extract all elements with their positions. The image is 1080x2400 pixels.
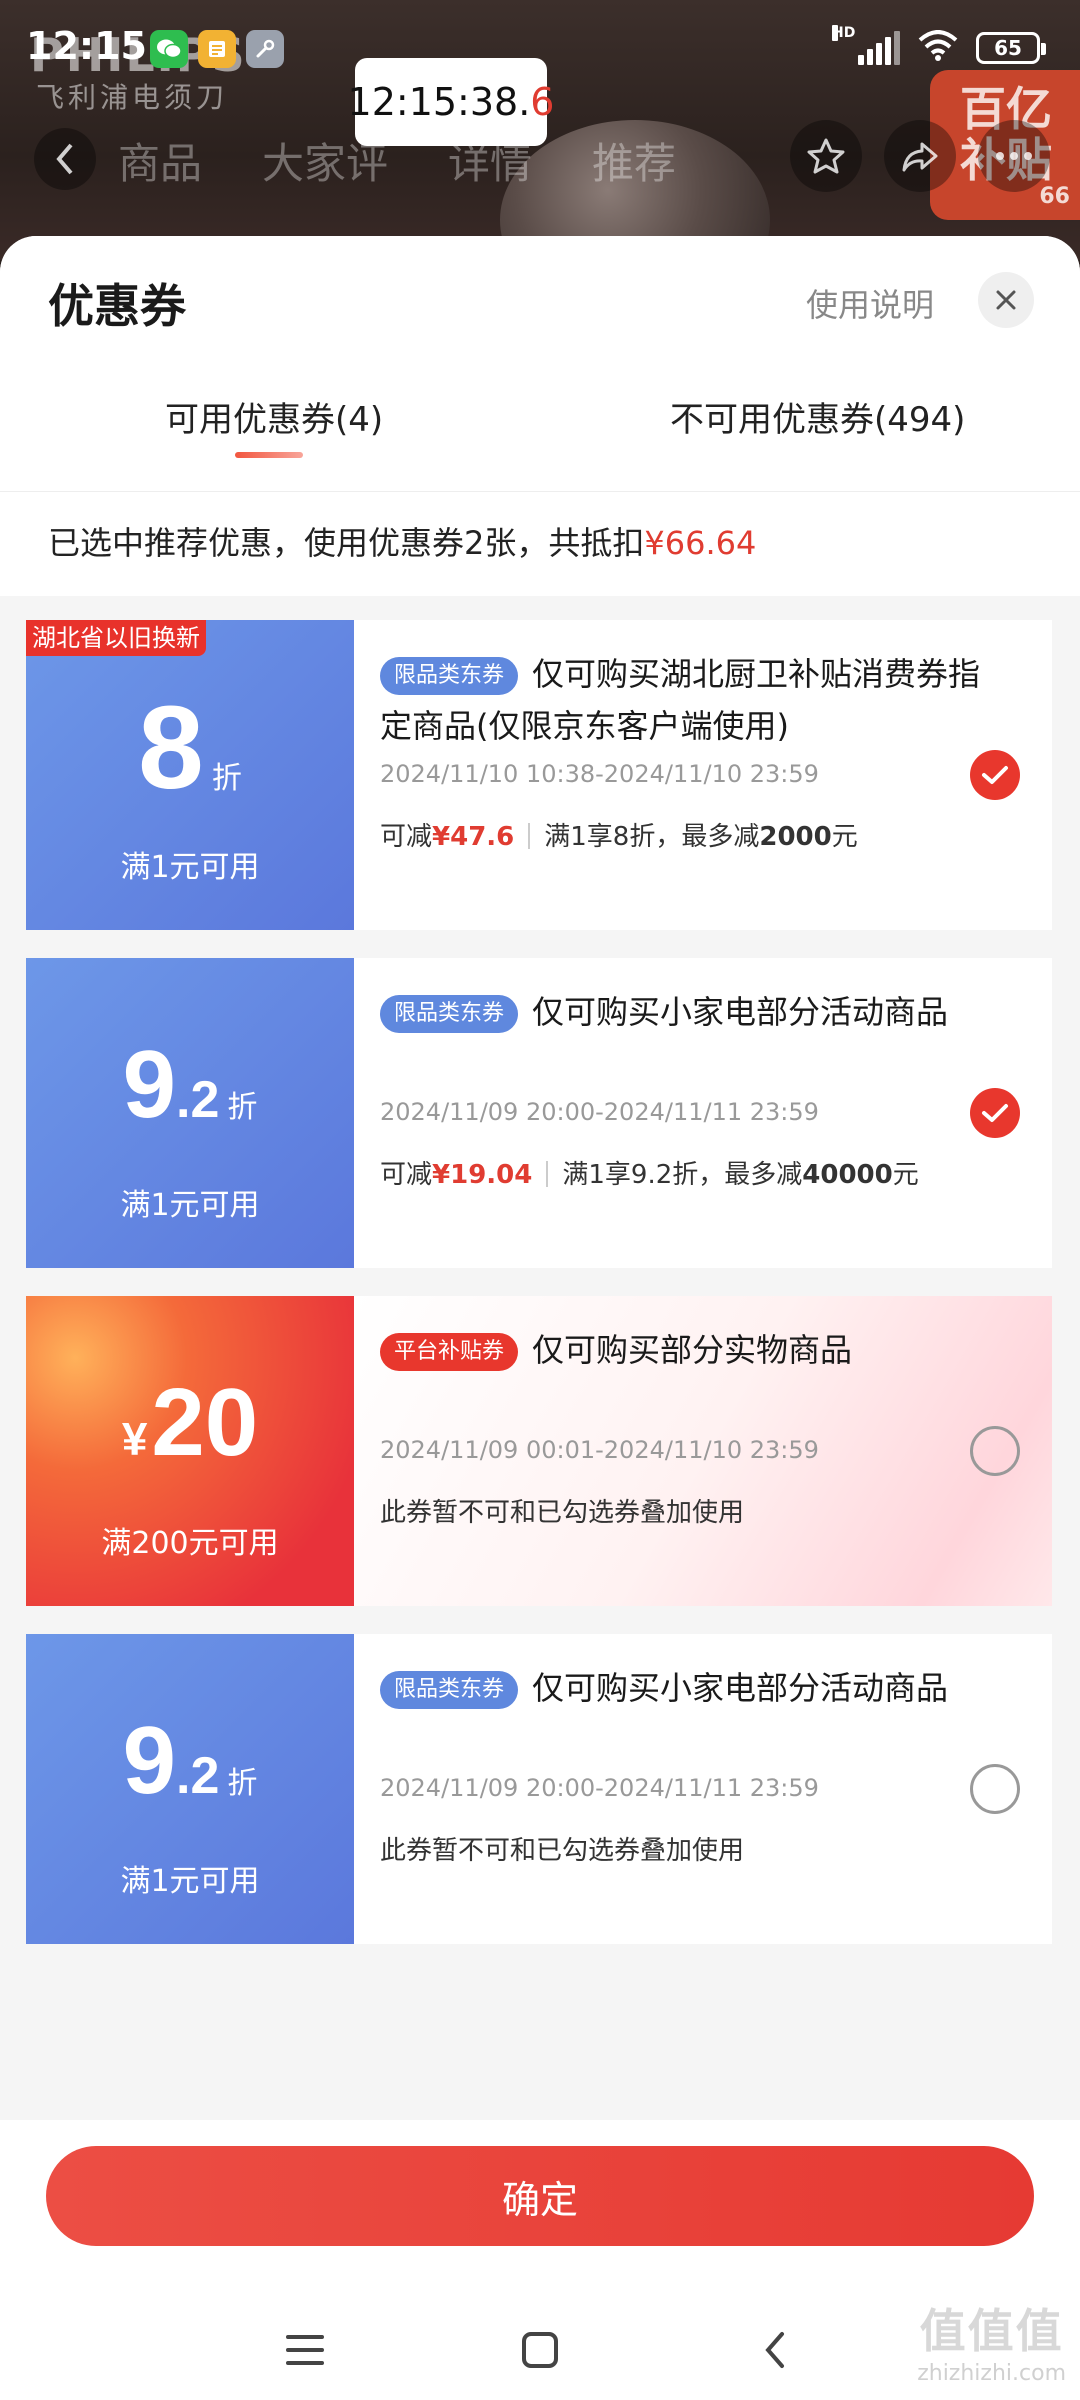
coupon-type-tag: 限品类东券 — [380, 995, 519, 1033]
battery-icon: 65 — [976, 32, 1046, 64]
nav-tab-recommend[interactable]: 推荐 — [592, 130, 676, 191]
selection-summary: 已选中推荐优惠，使用优惠券2张，共抵扣¥66.64 — [0, 492, 1080, 596]
tab-unavailable[interactable]: 不可用优惠券(494) — [670, 392, 965, 441]
back-arrow-icon[interactable] — [34, 128, 96, 190]
share-icon[interactable] — [884, 120, 956, 192]
menu-icon[interactable] — [275, 2320, 335, 2380]
coupon-info: 限品类东券 仅可购买小家电部分活动商品 2024/11/09 20:00-2024… — [354, 958, 1052, 1268]
confirm-button[interactable]: 确定 — [46, 2146, 1034, 2246]
coupon-validity: 2024/11/09 20:00-2024/11/11 23:59 — [380, 1098, 819, 1126]
checkmark-icon — [982, 1104, 1008, 1122]
wifi-icon — [918, 30, 958, 66]
coupon-validity: 2024/11/09 20:00-2024/11/11 23:59 — [380, 1774, 819, 1802]
coupon-discount: 8折 — [138, 682, 242, 814]
coupon-card[interactable]: 9.2 折 满1元可用 限品类东券 仅可购买小家电部分活动商品 2024/11/09… — [26, 1634, 1052, 1944]
coupon-title: 限品类东券 仅可购买小家电部分活动商品 — [380, 986, 1052, 1038]
coupon-checkbox[interactable] — [970, 1764, 1020, 1814]
coupon-condition: 满200元可用 — [101, 1526, 279, 1561]
close-button[interactable] — [978, 272, 1034, 328]
coupon-value-panel: ¥20 满200元可用 — [26, 1296, 354, 1606]
coupon-type-tag: 限品类东券 — [380, 657, 519, 695]
wrench-icon — [246, 30, 284, 68]
coupon-condition: 满1元可用 — [120, 1864, 260, 1899]
watermark: 值值值 zhizhizhi.com — [917, 2304, 1066, 2386]
notes-icon — [198, 30, 236, 68]
star-icon[interactable] — [790, 120, 862, 192]
back-icon[interactable] — [745, 2320, 805, 2380]
coupon-info: 平台补贴券 仅可购买部分实物商品 2024/11/09 00:01-2024/11… — [354, 1296, 1052, 1606]
coupon-list: 湖北省以旧换新 8折 满1元可用 限品类东券 仅可购买湖北厨卫补贴消费券指定商品(… — [0, 596, 1080, 1944]
nav-tab-details[interactable]: 详情 — [448, 130, 532, 191]
coupon-discount: 9.2 折 — [122, 1031, 258, 1138]
close-icon — [996, 290, 1016, 310]
coupon-title: 平台补贴券 仅可购买部分实物商品 — [380, 1324, 1052, 1376]
product-nav-bar: 商品 大家评 详情 推荐 — [0, 120, 1080, 200]
wechat-icon — [150, 30, 188, 68]
coupon-card[interactable]: ¥20 满200元可用 平台补贴券 仅可购买部分实物商品 2024/11/09 0… — [26, 1296, 1052, 1606]
summary-amount: ¥66.64 — [644, 524, 757, 562]
coupon-validity: 2024/11/09 00:01-2024/11/10 23:59 — [380, 1436, 819, 1464]
coupon-card[interactable]: 湖北省以旧换新 8折 满1元可用 限品类东券 仅可购买湖北厨卫补贴消费券指定商品(… — [26, 620, 1052, 930]
coupon-condition: 满1元可用 — [120, 850, 260, 885]
coupon-card[interactable]: 9.2 折 满1元可用 限品类东券 仅可购买小家电部分活动商品 2024/11/09… — [26, 958, 1052, 1268]
coupon-value-panel: 9.2 折 满1元可用 — [26, 958, 354, 1268]
home-icon[interactable] — [510, 2320, 570, 2380]
notification-icons — [150, 30, 284, 68]
coupon-corner-tag: 湖北省以旧换新 — [26, 620, 206, 656]
coupon-validity: 2024/11/10 10:38-2024/11/10 23:59 — [380, 760, 819, 788]
coupon-savings: 可减¥19.04 满1享9.2折，最多减40000元 — [380, 1160, 919, 1190]
sheet-footer: 确定 值值值 zhizhizhi.com — [0, 2120, 1080, 2400]
status-indicators: HD 65 — [832, 25, 1046, 66]
summary-text: 已选中推荐优惠，使用优惠券2张，共抵扣 — [48, 524, 645, 562]
coupon-checkbox[interactable] — [970, 1426, 1020, 1476]
more-icon[interactable] — [978, 120, 1050, 192]
coupon-checkbox[interactable] — [970, 1088, 1020, 1138]
coupon-info: 限品类东券 仅可购买小家电部分活动商品 2024/11/09 20:00-2024… — [354, 1634, 1052, 1944]
coupon-checkbox[interactable] — [970, 750, 1020, 800]
coupon-info: 限品类东券 仅可购买湖北厨卫补贴消费券指定商品(仅限京东客户端使用) 2024/1… — [354, 620, 1052, 930]
coupon-type-tag: 限品类东券 — [380, 1671, 519, 1709]
nav-tab-product[interactable]: 商品 — [118, 130, 202, 191]
coupon-sheet: 优惠券 使用说明 可用优惠券(4) 不可用优惠券(494) 已选中推荐优惠，使用… — [0, 236, 1080, 2400]
coupon-type-tag: 平台补贴券 — [380, 1333, 519, 1371]
nav-tab-reviews[interactable]: 大家评 — [262, 130, 388, 191]
tab-available[interactable]: 可用优惠券(4) — [165, 392, 383, 441]
coupon-note: 此券暂不可和已勾选券叠加使用 — [380, 1498, 745, 1528]
coupon-discount: ¥20 — [121, 1369, 259, 1476]
coupon-note: 此券暂不可和已勾选券叠加使用 — [380, 1836, 745, 1866]
signal-icon: HD — [832, 25, 900, 65]
active-tab-indicator — [235, 452, 303, 458]
checkmark-icon — [982, 766, 1008, 784]
coupon-tabs: 可用优惠券(4) 不可用优惠券(494) — [0, 356, 1080, 492]
sheet-header: 优惠券 使用说明 — [0, 236, 1080, 356]
coupon-title: 限品类东券 仅可购买小家电部分活动商品 — [380, 1662, 1052, 1714]
coupon-savings: 可减¥47.6 满1享8折，最多减2000元 — [380, 822, 858, 852]
status-time: 12:15 — [26, 24, 147, 68]
coupon-value-panel: 9.2 折 满1元可用 — [26, 1634, 354, 1944]
coupon-value-panel: 湖北省以旧换新 8折 满1元可用 — [26, 620, 354, 930]
usage-instructions-link[interactable]: 使用说明 — [806, 280, 934, 326]
coupon-title: 限品类东券 仅可购买湖北厨卫补贴消费券指定商品(仅限京东客户端使用) — [380, 655, 981, 745]
coupon-discount: 9.2 折 — [122, 1707, 258, 1814]
sheet-title: 优惠券 — [48, 279, 186, 333]
coupon-condition: 满1元可用 — [120, 1188, 260, 1223]
